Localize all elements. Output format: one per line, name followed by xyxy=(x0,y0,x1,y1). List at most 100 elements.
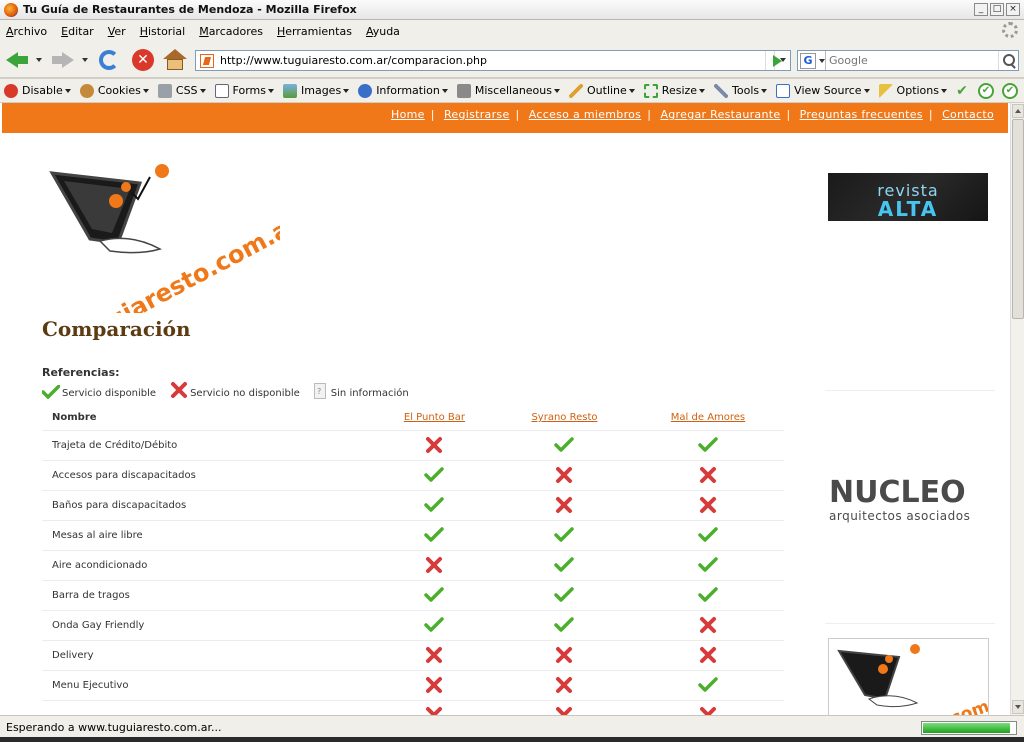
nav-acceso-link[interactable]: Acceso a miembros xyxy=(529,108,641,121)
search-input[interactable] xyxy=(829,54,998,67)
nav-contacto-link[interactable]: Contacto xyxy=(942,108,994,121)
minimize-button[interactable]: _ xyxy=(974,3,988,16)
google-engine-icon[interactable]: G xyxy=(800,52,816,69)
back-history-dropdown[interactable] xyxy=(36,58,42,62)
forward-history-dropdown[interactable] xyxy=(82,58,88,62)
status-text: Esperando a www.tuguiaresto.com.ar... xyxy=(6,721,222,734)
go-button[interactable] xyxy=(765,51,787,70)
check-icon xyxy=(424,467,445,482)
address-bar[interactable]: http://www.tuguiaresto.com.ar/comparacio… xyxy=(195,50,791,71)
service-name: Baños para discapacitados xyxy=(42,490,372,521)
ad-tuguiaresto[interactable]: tuGuiaresto.com.ar xyxy=(828,638,989,715)
back-button[interactable] xyxy=(4,47,30,73)
cookie-icon xyxy=(79,83,94,98)
availability-cell xyxy=(496,430,632,461)
comparison-table: Nombre El Punto Bar Syrano Resto Mal de … xyxy=(42,406,784,715)
service-name: Onda Gay Friendly xyxy=(42,610,372,641)
maximize-button[interactable]: □ xyxy=(990,3,1004,16)
service-name: Menu Ejecutivo xyxy=(42,670,372,701)
scroll-thumb[interactable] xyxy=(1012,119,1024,319)
search-engine-dropdown[interactable] xyxy=(818,51,826,70)
stop-button[interactable]: ✕ xyxy=(130,47,156,73)
dev-cookies[interactable]: Cookies xyxy=(79,83,149,98)
disable-icon xyxy=(4,83,18,98)
dev-resize[interactable]: Resize xyxy=(643,83,706,98)
table-row: Aire acondicionado xyxy=(42,550,784,581)
availability-cell xyxy=(372,550,497,581)
reload-button[interactable] xyxy=(96,47,122,73)
page-title: Comparación xyxy=(42,317,191,341)
dev-disable[interactable]: Disable xyxy=(4,83,71,98)
availability-cell xyxy=(372,430,497,461)
home-button[interactable] xyxy=(162,47,188,73)
dev-tools[interactable]: Tools xyxy=(714,83,768,98)
dev-images[interactable]: Images xyxy=(283,83,350,98)
availability-cell xyxy=(496,610,632,641)
dev-miscellaneous[interactable]: Miscellaneous xyxy=(456,83,560,98)
check-icon xyxy=(698,437,718,452)
url-text[interactable]: http://www.tuguiaresto.com.ar/comparacio… xyxy=(220,54,774,67)
availability-cell xyxy=(631,580,784,611)
availability-cell xyxy=(496,490,632,521)
ad-revista-alta[interactable]: revista ALTA xyxy=(828,173,988,221)
availability-cell xyxy=(631,610,784,641)
dev-forms[interactable]: Forms xyxy=(214,83,274,98)
menu-editar[interactable]: Editar xyxy=(61,25,94,38)
css-icon xyxy=(157,83,172,98)
table-row xyxy=(42,700,784,715)
dev-options[interactable]: Options xyxy=(878,83,947,98)
nav-home-link[interactable]: Home xyxy=(391,108,425,121)
restaurant-link-1[interactable]: El Punto Bar xyxy=(404,412,465,423)
cross-icon xyxy=(426,677,443,693)
js-valid-check-icon[interactable]: ✔ xyxy=(1002,83,1018,99)
forward-button[interactable] xyxy=(50,47,76,73)
availability-cell xyxy=(496,670,632,701)
references-label: Referencias: xyxy=(42,366,120,379)
site-logo[interactable]: tuGuiaresto.com.ar xyxy=(40,163,305,357)
restaurant-link-2[interactable]: Syrano Resto xyxy=(531,412,597,423)
menu-marcadores[interactable]: Marcadores xyxy=(199,25,263,38)
menu-bar: Archivo Editar Ver Historial Marcadores … xyxy=(0,20,1024,42)
html-valid-check-icon[interactable]: ✔ xyxy=(978,83,994,99)
table-row: Trajeta de Crédito/Débito xyxy=(42,430,784,461)
cross-icon xyxy=(426,707,443,715)
restaurant-header-1: El Punto Bar xyxy=(372,406,497,431)
restaurant-header-3: Mal de Amores xyxy=(631,406,784,431)
dev-view-source[interactable]: View Source xyxy=(776,83,870,98)
nav-agregar-link[interactable]: Agregar Restaurante xyxy=(660,108,780,121)
cross-icon xyxy=(426,647,443,663)
menu-ver[interactable]: Ver xyxy=(108,25,126,38)
service-name: Aire acondicionado xyxy=(42,550,372,581)
ad-nucleo[interactable]: NUCLEO arquitectos asociados xyxy=(829,477,994,524)
validator-status: ✔ ✔ ✔ xyxy=(954,83,1018,99)
site-navigation: Home | Registrarse | Acceso a miembros | Ag… xyxy=(2,103,1008,133)
scroll-up-button[interactable] xyxy=(1012,104,1024,118)
menu-archivo[interactable]: Archivo xyxy=(6,25,47,38)
menu-historial[interactable]: Historial xyxy=(140,25,186,38)
legend-available: Servicio disponible xyxy=(42,385,156,399)
availability-cell xyxy=(631,700,784,715)
check-icon xyxy=(554,617,575,632)
nav-preguntas-link[interactable]: Preguntas frecuentes xyxy=(800,108,923,121)
dev-outline[interactable]: Outline xyxy=(569,83,635,98)
search-icon[interactable] xyxy=(998,51,1018,70)
css-valid-check-icon[interactable]: ✔ xyxy=(954,83,970,99)
loading-progress xyxy=(921,721,1017,735)
wrench-icon xyxy=(714,83,729,98)
dev-css[interactable]: CSS xyxy=(157,83,206,98)
availability-cell xyxy=(631,460,784,491)
menu-herramientas[interactable]: Herramientas xyxy=(277,25,352,38)
menu-ayuda[interactable]: Ayuda xyxy=(366,25,400,38)
scroll-down-button[interactable] xyxy=(1012,700,1024,714)
nav-registrarse-link[interactable]: Registrarse xyxy=(444,108,510,121)
availability-cell xyxy=(496,640,632,671)
restaurant-link-3[interactable]: Mal de Amores xyxy=(671,412,745,423)
site-favicon-icon xyxy=(200,53,214,68)
cross-icon xyxy=(426,437,443,453)
check-icon xyxy=(698,557,718,572)
dev-information[interactable]: Information xyxy=(358,83,448,98)
page-scrollbar[interactable] xyxy=(1010,103,1024,715)
ad-logo-graphic: tuGuiaresto.com.ar xyxy=(836,644,988,715)
close-button[interactable]: × xyxy=(1006,3,1020,16)
key-icon xyxy=(878,83,893,98)
